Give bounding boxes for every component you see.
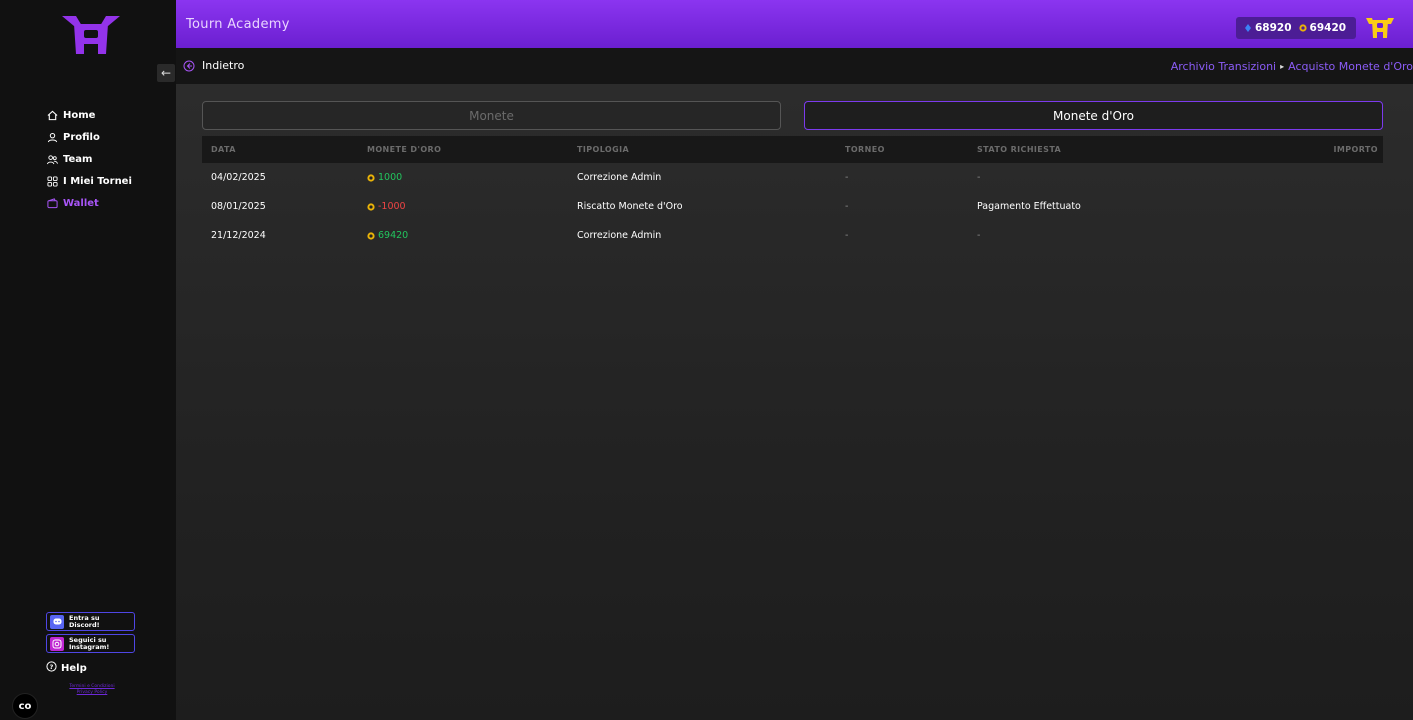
cell-monete-value: 69420	[378, 230, 409, 241]
instagram-line2: Instagram!	[69, 642, 110, 651]
breadcrumb-item-current[interactable]: Acquisto Monete d'Oro	[1288, 60, 1413, 73]
sidebar-item-label: Wallet	[63, 197, 99, 209]
table-row: 21/12/2024 69420 Correzione Admin - -	[202, 221, 1383, 250]
sidebar-item-team[interactable]: Team	[46, 148, 132, 170]
cell-data: 08/01/2025	[211, 201, 266, 212]
cookie-icon: co	[18, 700, 32, 712]
discord-icon	[50, 614, 64, 629]
coins-balance: 68920 69420	[1236, 17, 1356, 39]
sidebar-item-profilo[interactable]: Profilo	[46, 126, 132, 148]
cell-monete: 1000	[367, 172, 402, 183]
gold-coin-icon	[367, 202, 375, 211]
column-header-monete: MONETE D'ORO	[367, 145, 442, 154]
main-content: Monete Monete d'Oro DATA MONETE D'ORO TI…	[176, 84, 1413, 720]
sidebar-item-label: Home	[63, 109, 96, 121]
sidebar-item-label: Team	[63, 153, 93, 165]
gold-coin-balance: 69420	[1298, 22, 1347, 34]
transactions-table: DATA MONETE D'ORO TIPOLOGIA TORNEO STATO…	[202, 136, 1383, 250]
app-title: Tourn Academy	[186, 17, 290, 32]
cell-stato: -	[977, 172, 981, 183]
grid-icon	[46, 175, 58, 187]
table-row: 08/01/2025 -1000 Riscatto Monete d'Oro -…	[202, 192, 1383, 221]
back-button[interactable]: Indietro	[183, 59, 244, 72]
gold-coin-icon	[367, 231, 375, 240]
topbar: Tourn Academy 68920 69420	[176, 0, 1413, 48]
cell-torneo: -	[845, 201, 849, 212]
discord-line2: Discord!	[69, 620, 100, 629]
discord-button[interactable]: Entra su Discord!	[46, 612, 135, 631]
column-header-torneo: TORNEO	[845, 145, 885, 154]
instagram-button[interactable]: Seguici su Instagram!	[46, 634, 135, 653]
help-link[interactable]: ? Help	[46, 661, 87, 675]
sidebar-item-label: I Miei Tornei	[63, 175, 132, 187]
sidebar-nav: Home Profilo Team I Miei Tornei Wallet	[46, 104, 132, 214]
blue-coin-value: 68920	[1255, 22, 1292, 34]
user-icon	[46, 131, 58, 143]
tourn-academy-logo[interactable]	[62, 14, 120, 58]
cell-torneo: -	[845, 230, 849, 241]
cell-tipologia: Correzione Admin	[577, 230, 662, 241]
legal-links: Termini e Condizioni Privacy Policy	[56, 684, 128, 696]
column-header-data: DATA	[211, 145, 236, 154]
cell-data: 04/02/2025	[211, 172, 266, 183]
cell-tipologia: Riscatto Monete d'Oro	[577, 201, 683, 212]
gold-coin-icon	[367, 173, 375, 182]
privacy-link[interactable]: Privacy Policy	[77, 690, 108, 695]
app-root: ← Home Profilo Team I Miei Tornei Wallet…	[0, 0, 1413, 720]
tab-monete[interactable]: Monete	[202, 101, 781, 130]
sidebar-item-wallet[interactable]: Wallet	[46, 192, 132, 214]
breadcrumb: Archivio Transizioni ▸ Acquisto Monete d…	[1171, 60, 1413, 73]
sidebar: ← Home Profilo Team I Miei Tornei Wallet…	[0, 0, 176, 720]
team-icon	[46, 153, 58, 165]
sidebar-item-home[interactable]: Home	[46, 104, 132, 126]
arrow-left-icon: ←	[160, 66, 172, 80]
svg-text:?: ?	[50, 663, 54, 671]
home-icon	[46, 109, 58, 121]
wallet-icon	[46, 197, 58, 209]
collapse-sidebar-button[interactable]: ←	[157, 64, 175, 82]
help-icon: ?	[46, 661, 57, 675]
cell-data: 21/12/2024	[211, 230, 266, 241]
column-header-stato: STATO RICHIESTA	[977, 145, 1062, 154]
gold-coin-value: 69420	[1309, 22, 1347, 34]
cookie-settings-button[interactable]: co	[12, 693, 38, 719]
breadcrumb-item-archivio[interactable]: Archivio Transizioni	[1171, 60, 1276, 73]
sidebar-item-label: Profilo	[63, 131, 100, 143]
sub-navigation-bar: Indietro Archivio Transizioni ▸ Acquisto…	[176, 48, 1413, 84]
cell-monete: 69420	[367, 230, 408, 241]
cell-torneo: -	[845, 172, 849, 183]
cell-tipologia: Correzione Admin	[577, 172, 662, 183]
blue-coin-icon	[1245, 24, 1251, 32]
cell-stato: -	[977, 230, 981, 241]
table-header: DATA MONETE D'ORO TIPOLOGIA TORNEO STATO…	[202, 136, 1383, 163]
sidebar-item-i-miei-tornei[interactable]: I Miei Tornei	[46, 170, 132, 192]
chevron-right-icon: ▸	[1280, 62, 1285, 71]
gold-coin-icon	[1298, 24, 1307, 32]
table-row: 04/02/2025 1000 Correzione Admin - -	[202, 163, 1383, 192]
back-label: Indietro	[202, 59, 245, 72]
column-header-importo: IMPORTO	[1333, 145, 1378, 154]
avatar[interactable]	[1366, 12, 1394, 40]
tab-monete-oro[interactable]: Monete d'Oro	[804, 101, 1383, 130]
back-circle-icon	[183, 60, 195, 71]
cell-stato: Pagamento Effettuato	[977, 201, 1081, 212]
cell-monete-value: -1000	[378, 201, 406, 212]
help-label: Help	[61, 662, 87, 674]
cell-monete: -1000	[367, 201, 406, 212]
terms-link[interactable]: Termini e Condizioni	[69, 684, 114, 689]
cell-monete-value: 1000	[378, 172, 403, 183]
column-header-tipologia: TIPOLOGIA	[577, 145, 630, 154]
blue-coin-balance: 68920	[1244, 22, 1292, 34]
instagram-icon	[50, 636, 64, 651]
